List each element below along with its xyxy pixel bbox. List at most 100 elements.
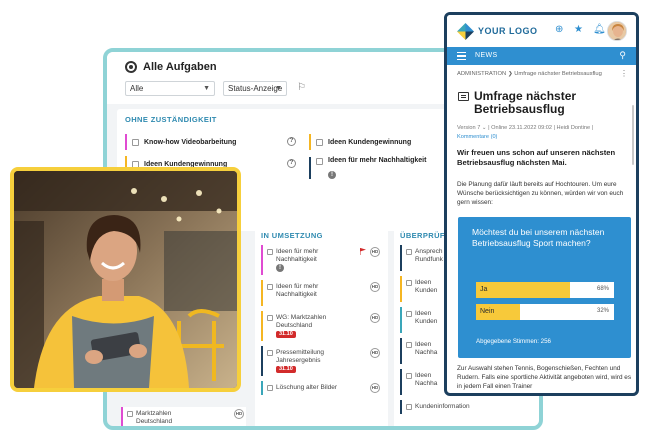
scrollbar[interactable]	[632, 105, 634, 165]
column-in-progress: IN UMSETZUNG Ideen für mehr Nachhaltigke…	[255, 225, 388, 426]
flag-filter-icon[interactable]: ⚐	[297, 82, 306, 93]
task-title-line: Marktzahlen	[136, 410, 172, 417]
poll-option-percent: 32%	[596, 308, 609, 314]
poll-widget: Möchtest du bei unserem nächsten Betrieb…	[458, 217, 631, 358]
task-checkbox[interactable]	[406, 249, 412, 255]
comments-link[interactable]: Kommentare (0)	[457, 133, 636, 142]
search-icon[interactable]: ⚲	[619, 50, 626, 61]
bell-icon[interactable]: 🔔︎	[593, 24, 606, 35]
task-card[interactable]: Pressemitteilung Jahresergebnis 31.10 HD	[261, 346, 382, 376]
add-icon[interactable]: ⊕	[555, 24, 563, 35]
task-checkbox[interactable]	[267, 284, 273, 290]
card-color-stripe	[125, 134, 127, 150]
poll-vote-count: Abgegebene Stimmen: 256	[476, 338, 551, 345]
chevron-down-icon: ▼	[275, 85, 282, 92]
task-title-line: Kundeninformation	[415, 403, 470, 410]
task-title-line: WG: Marktzahlen	[276, 314, 327, 321]
poll-option-label: Ja	[480, 286, 488, 293]
task-card[interactable]: WG: Marktzahlen Deutschland 31.10 HD	[261, 311, 382, 341]
assignee-badge[interactable]: HD	[370, 348, 380, 358]
assignee-badge[interactable]: HD	[370, 282, 380, 292]
article-lead: Wir freuen uns schon auf unseren nächste…	[457, 148, 616, 167]
task-title-line: Ideen für mehr	[276, 283, 319, 290]
article-outro: Zur Auswahl stehen Tennis, Bogenschießen…	[457, 365, 632, 391]
star-icon[interactable]: ★	[574, 24, 583, 35]
task-title-line: Jahresergebnis	[276, 357, 321, 364]
news-nav-bar: NEWS ⚲	[447, 47, 636, 65]
assignee-badge[interactable]: HD	[370, 247, 380, 257]
target-icon	[125, 61, 137, 73]
task-checkbox[interactable]	[132, 138, 139, 146]
assignee-badge[interactable]: HD	[370, 313, 380, 323]
card-color-stripe	[309, 134, 311, 150]
info-icon[interactable]: !	[276, 264, 284, 272]
stage: Alle Aufgaben Alle ▼ Status-Anzeige ▼ ⚐ …	[0, 0, 650, 444]
board-title: Alle Aufgaben	[125, 61, 217, 73]
assignee-badge[interactable]: HD	[234, 409, 244, 419]
nav-title[interactable]: NEWS	[475, 52, 498, 59]
task-checkbox[interactable]	[406, 404, 412, 410]
assignee-badge[interactable]: HD	[370, 383, 380, 393]
avatar[interactable]	[607, 21, 627, 41]
article-intro: Die Planung dafür läuft bereits auf Hoch…	[457, 181, 624, 207]
task-checkbox[interactable]	[316, 138, 323, 146]
task-checkbox[interactable]	[406, 311, 412, 317]
logo-text: YOUR LOGO	[478, 26, 538, 36]
task-title-line: Deutschland	[276, 322, 313, 329]
due-date-badge: 31.10	[276, 366, 296, 373]
more-options-icon[interactable]: ⋮	[620, 69, 628, 78]
employee-photo	[10, 167, 241, 392]
avatar-image	[608, 22, 626, 40]
status-display-select[interactable]: Status-Anzeige ▼	[223, 81, 287, 96]
task-checkbox[interactable]	[127, 411, 133, 417]
mobile-app-window: YOUR LOGO ⊕ ★ 🔔︎ NEWS ⚲ ADMINISTRATION ❯…	[444, 12, 639, 396]
employee-photo-illustration	[14, 171, 237, 388]
task-title-line: Löschung alter Bilder	[276, 384, 338, 391]
poll-question: Möchtest du bei unserem nächsten Betrieb…	[472, 227, 605, 248]
filter-all-select[interactable]: Alle ▼	[125, 81, 215, 96]
poll-option-label: Nein	[480, 308, 495, 315]
article-icon	[458, 92, 469, 101]
chevron-down-icon: ▼	[203, 85, 210, 92]
app-header: YOUR LOGO ⊕ ★ 🔔︎	[447, 15, 636, 47]
task-checkbox[interactable]	[267, 385, 273, 391]
task-title: Ideen Kundengewinnung	[328, 138, 412, 146]
info-icon[interactable]: !	[328, 171, 336, 179]
task-checkbox[interactable]	[406, 280, 412, 286]
task-title: Know-how Videobarbeitung	[144, 138, 237, 146]
task-checkbox[interactable]	[316, 158, 323, 165]
poll-bar-fill	[476, 282, 570, 298]
task-checkbox[interactable]	[267, 350, 273, 356]
task-checkbox[interactable]	[267, 315, 273, 321]
article-meta: Version 7 ⌄ | Online 23.11.2022 09:02 | …	[457, 124, 636, 142]
poll-option-yes[interactable]: Ja 68%	[476, 282, 614, 298]
task-card[interactable]: Löschung alter Bilder HD	[261, 381, 382, 395]
poll-option-percent: 68%	[596, 286, 609, 292]
task-card[interactable]: Marktzahlen Deutschland HD	[121, 407, 246, 426]
logo-icon	[457, 23, 474, 40]
task-title: Ideen für mehr Nachhaltigkeit	[328, 157, 427, 164]
breadcrumb[interactable]: ADMINISTRATION ❯ Umfrage nächster Betrie…	[457, 71, 629, 77]
help-icon[interactable]: ?	[287, 137, 296, 146]
task-card[interactable]: Ideen für mehr Nachhaltigkeit ! HD	[261, 245, 382, 275]
article-meta-line: Version 7 ⌄ | Online 23.11.2022 09:02 | …	[457, 125, 594, 131]
task-checkbox[interactable]	[267, 249, 273, 255]
task-card[interactable]: Know-how Videobarbeitung	[125, 133, 305, 151]
task-title-line: Pressemitteilung	[276, 349, 325, 356]
board-title-text: Alle Aufgaben	[143, 61, 217, 73]
poll-option-no[interactable]: Nein 32%	[476, 304, 614, 320]
task-checkbox[interactable]	[406, 342, 412, 348]
task-title-line: Nachhaltigkeit	[276, 291, 317, 298]
task-title-line: Deutschland	[136, 418, 173, 425]
card-color-stripe	[309, 157, 311, 179]
column-title: IN UMSETZUNG	[261, 231, 323, 240]
task-title-line: Nachhaltigkeit	[276, 256, 317, 263]
task-checkbox[interactable]	[406, 373, 412, 379]
menu-icon[interactable]	[457, 52, 466, 60]
help-icon[interactable]: ?	[287, 159, 296, 168]
red-flag-icon[interactable]	[360, 248, 366, 255]
filter-all-value: Alle	[130, 84, 144, 93]
task-card[interactable]: Ideen für mehr Nachhaltigkeit HD	[261, 280, 382, 306]
article-title: Umfrage nächster Betriebsausflug	[474, 89, 577, 116]
task-card[interactable]: Kundeninformation	[400, 400, 538, 414]
